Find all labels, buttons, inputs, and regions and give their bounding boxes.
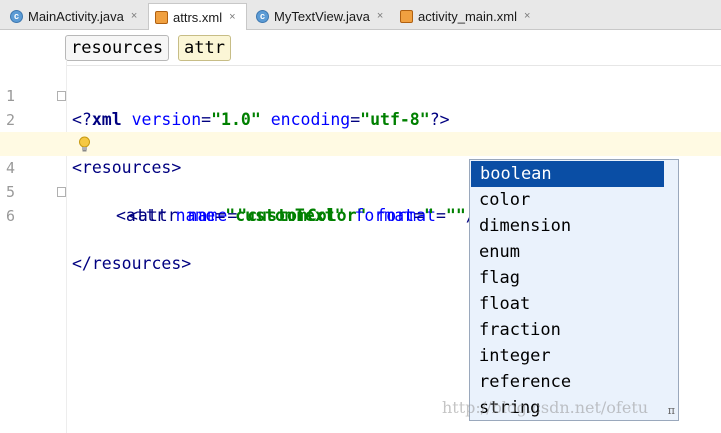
fold-marker-icon[interactable] bbox=[57, 187, 66, 197]
close-icon[interactable]: × bbox=[524, 10, 530, 22]
completion-item[interactable]: color bbox=[470, 187, 664, 213]
tab-label: MyTextView.java bbox=[274, 8, 370, 24]
completion-popup[interactable]: boolean color dimension enum flag float … bbox=[469, 159, 679, 421]
breadcrumb-resources[interactable]: resources bbox=[65, 35, 170, 61]
xml-file-icon bbox=[400, 9, 413, 23]
completion-item[interactable]: enum bbox=[470, 239, 664, 265]
editor-tab-bar: c MainActivity.java × attrs.xml × c MyTe… bbox=[0, 0, 721, 30]
breadcrumb-attr[interactable]: attr bbox=[178, 35, 231, 61]
code-text: <attr name="customText" format=" bbox=[116, 206, 434, 225]
completion-item[interactable]: flag bbox=[470, 265, 664, 291]
tab-label: activity_main.xml bbox=[418, 8, 517, 24]
completion-item[interactable]: reference bbox=[470, 369, 664, 395]
tab-attrs-xml[interactable]: attrs.xml × bbox=[148, 3, 247, 30]
code-line-2[interactable]: 2 <resources> bbox=[0, 84, 721, 177]
popup-scrollbar[interactable] bbox=[668, 162, 676, 398]
tab-label: attrs.xml bbox=[173, 9, 223, 25]
code-line-1[interactable]: 1 <?xml version="1.0" encoding="utf-8"?> bbox=[0, 60, 721, 129]
close-icon[interactable]: × bbox=[229, 11, 235, 23]
line-number: 6 bbox=[6, 207, 16, 225]
code-line-3[interactable]: 3 bbox=[0, 108, 721, 153]
completion-item[interactable]: dimension bbox=[470, 213, 664, 239]
completion-item[interactable]: integer bbox=[470, 343, 664, 369]
class-icon: c bbox=[10, 9, 23, 23]
pi-icon[interactable]: π bbox=[668, 404, 675, 417]
completion-item[interactable]: boolean bbox=[471, 161, 664, 187]
intention-bulb-icon[interactable] bbox=[78, 136, 91, 153]
code-text: </resources> bbox=[72, 254, 192, 273]
class-icon: c bbox=[256, 9, 269, 23]
tab-label: MainActivity.java bbox=[28, 8, 124, 24]
completion-item[interactable]: float bbox=[470, 291, 664, 317]
tab-main-activity[interactable]: c MainActivity.java × bbox=[4, 3, 144, 29]
watermark: http://blog.csdn.net/ofetu bbox=[442, 398, 649, 417]
close-icon[interactable]: × bbox=[377, 10, 383, 22]
fold-marker-icon[interactable] bbox=[57, 91, 66, 101]
tab-activity-main-xml[interactable]: activity_main.xml × bbox=[394, 3, 538, 29]
tab-my-text-view[interactable]: c MyTextView.java × bbox=[250, 3, 390, 29]
code-line-4[interactable]: 4 <attr name="customColor" format=""/> bbox=[0, 132, 721, 225]
completion-item[interactable]: fraction bbox=[470, 317, 664, 343]
xml-file-icon bbox=[155, 10, 168, 24]
close-icon[interactable]: × bbox=[131, 10, 137, 22]
